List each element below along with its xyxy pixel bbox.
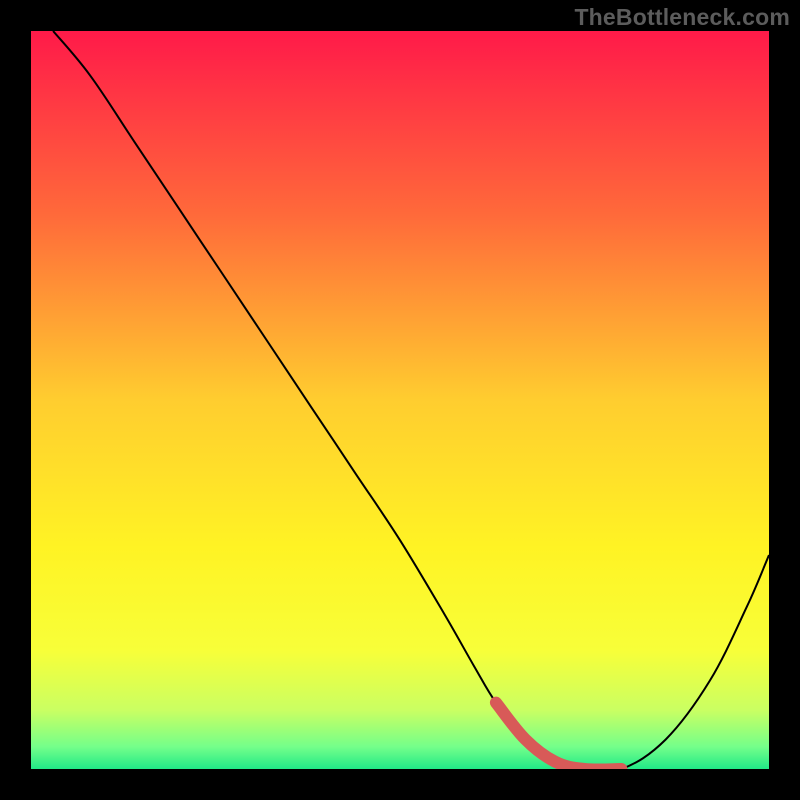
chart-frame: TheBottleneck.com — [0, 0, 800, 800]
chart-svg — [31, 31, 769, 769]
watermark-label: TheBottleneck.com — [574, 4, 790, 31]
plot-area — [31, 31, 769, 769]
gradient-background — [31, 31, 769, 769]
